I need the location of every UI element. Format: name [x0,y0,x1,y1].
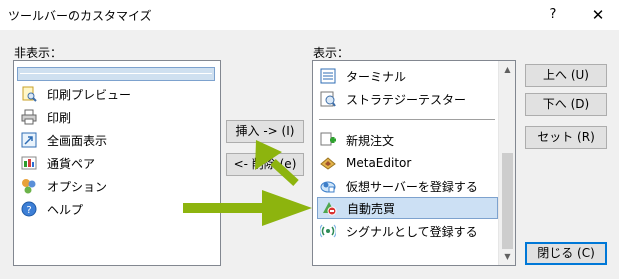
move-up-button[interactable]: 上へ (U) [525,64,607,87]
window-title: ツールバーのカスタマイズ [8,9,152,23]
shown-list-scrollbar[interactable]: ▲ ▼ [498,61,515,265]
signal-icon [319,222,337,240]
list-item-label: ストラテジーテスター [346,92,467,107]
list-item-label: 仮想サーバーを登録する [346,179,478,194]
list-item-label: MetaEditor [346,156,412,170]
reset-button[interactable]: セット (R) [525,126,607,149]
terminal-icon [319,67,337,85]
remove-button[interactable]: <- 削除 (e) [226,153,304,176]
list-item-virtual-server[interactable]: 仮想サーバーを登録する [317,175,497,197]
separator-item-selected[interactable] [17,67,215,81]
list-item-label: オプション [47,179,108,194]
insert-button[interactable]: 挿入 -> (I) [226,120,304,143]
scroll-up-arrow-icon[interactable]: ▲ [499,61,515,78]
hidden-list-label: 非表示： [14,46,63,60]
list-item-help[interactable]: ? ヘルプ [18,198,216,220]
close-window-button[interactable]: ✕ [583,3,613,27]
move-down-button[interactable]: 下へ (D) [525,93,607,116]
list-item-signal[interactable]: シグナルとして登録する [317,220,497,242]
options-icon [20,177,38,195]
title-bar: ツールバーのカスタマイズ ? ✕ [0,0,619,30]
new-order-icon [319,131,337,149]
list-item-print[interactable]: 印刷 [18,106,216,128]
list-item-label: ヘルプ [47,202,84,217]
strategy-tester-icon [319,90,337,108]
fullscreen-icon [20,131,38,149]
virtual-server-icon [319,177,337,195]
hidden-commands-list[interactable]: 印刷プレビュー 印刷 全画面表示 通貨ペア オプション ? ヘルプ [13,60,221,266]
print-preview-icon [20,85,38,103]
list-item-print-preview[interactable]: 印刷プレビュー [18,83,216,105]
separator-item[interactable] [317,113,497,127]
list-item-label: 通貨ペア [47,156,96,171]
help-button[interactable]: ? [540,3,566,27]
list-item-terminal[interactable]: ターミナル [317,65,497,87]
metaeditor-icon [319,154,337,172]
list-item-label: 自動売買 [347,201,396,216]
close-dialog-button[interactable]: 閉じる (C) [525,242,607,265]
list-item-metaeditor[interactable]: MetaEditor [317,152,497,174]
list-item-currency-pair[interactable]: 通貨ペア [18,152,216,174]
help-icon: ? [20,200,38,218]
scroll-thumb[interactable] [502,153,513,249]
printer-icon [20,108,38,126]
list-item-options[interactable]: オプション [18,175,216,197]
list-item-algo-trading[interactable]: 自動売買 [317,197,498,219]
svg-text:?: ? [26,205,31,216]
list-item-label: 印刷 [47,110,72,125]
list-item-label: 全画面表示 [47,133,108,148]
shown-commands-list[interactable]: ターミナル ストラテジーテスター 新規注文 MetaEditor 仮想サーバーを… [312,60,516,266]
currency-pair-icon [20,154,38,172]
list-item-label: シグナルとして登録する [346,224,478,239]
algo-trading-icon [320,199,338,217]
list-item-label: ターミナル [346,69,407,84]
list-item-new-order[interactable]: 新規注文 [317,129,497,151]
list-item-fullscreen[interactable]: 全画面表示 [18,129,216,151]
scroll-down-arrow-icon[interactable]: ▼ [499,248,515,265]
list-item-label: 印刷プレビュー [47,87,132,102]
list-item-label: 新規注文 [346,133,395,148]
shown-list-label: 表示： [313,46,350,60]
list-item-strategy-tester[interactable]: ストラテジーテスター [317,88,497,110]
